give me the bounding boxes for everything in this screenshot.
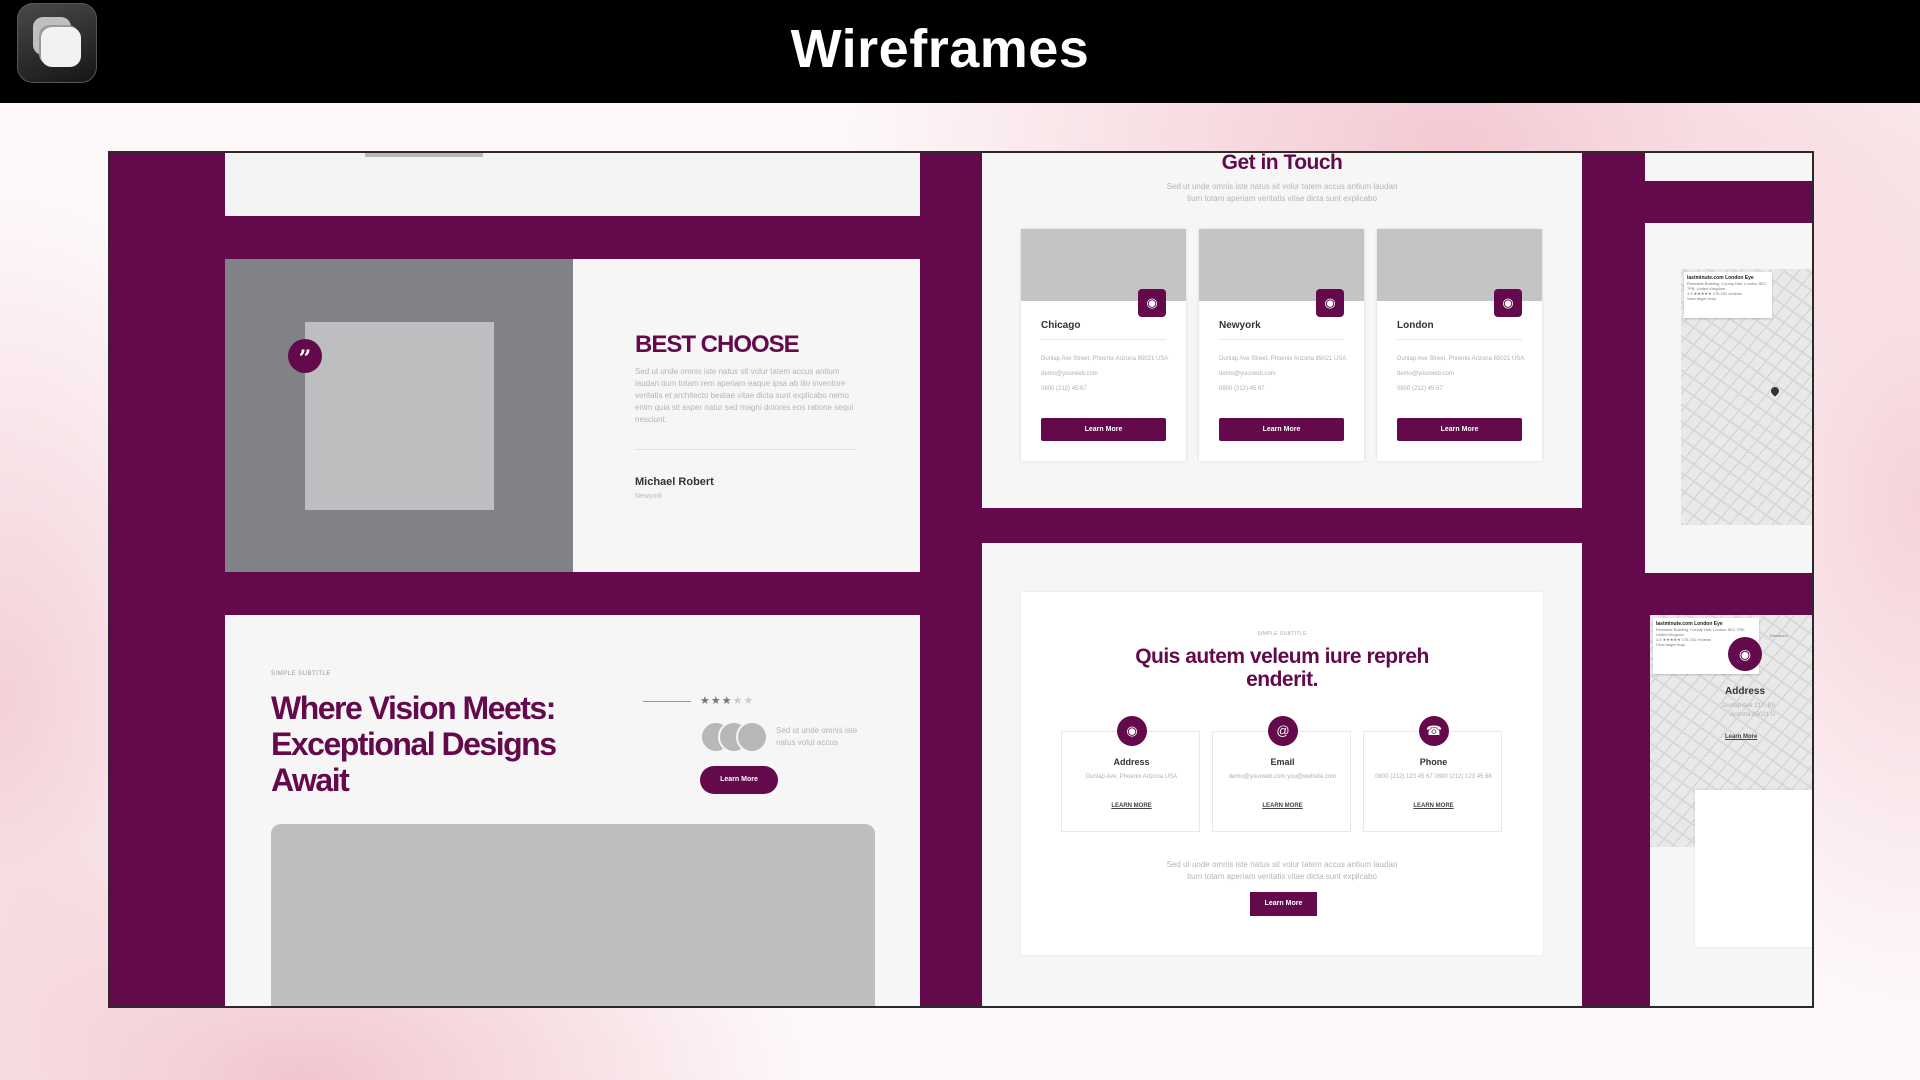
address-detail: Dunlap Ave 217, Ph Arizona 85021 U	[1722, 703, 1775, 718]
contact-panel: SIMPLE SUBTITLE Quis autem veleum iure r…	[982, 543, 1582, 1006]
address-title: Address	[1725, 686, 1766, 697]
map-view[interactable]: lastminute.com London Eye Riverside Buil…	[1681, 269, 1812, 525]
card-city: Newyork	[1219, 320, 1261, 331]
map-pin-icon: ◉	[1316, 289, 1344, 317]
contact-item-detail: demo@yourweb.com you@website.com	[1228, 774, 1337, 780]
learn-more-button[interactable]: Learn More	[1397, 418, 1522, 441]
card-city: Chicago	[1041, 320, 1081, 331]
learn-more-link[interactable]: Learn More	[1725, 734, 1757, 740]
contact-item-address: ◉ Address Dunlap Ave, Phoenix Arizona US…	[1061, 716, 1201, 832]
contact-headline: Quis autem veleum iure repreh enderit.	[1135, 645, 1429, 691]
get-in-touch-panel: Get in Touch Sed ut unde omnis iste natu…	[982, 153, 1582, 508]
learn-more-button[interactable]: Learn More	[1219, 418, 1344, 441]
map-pin-icon: ◉	[1494, 289, 1522, 317]
divider	[1041, 339, 1166, 340]
location-card-chicago: ◉ Chicago Dunlap Ave Street, Phoenix Ari…	[1021, 229, 1186, 461]
directions-link[interactable]: Directions	[1770, 633, 1788, 638]
testimonial-body: Sed ut unde omnis iste natus sit volur t…	[635, 367, 854, 424]
testimonial-image-area: ”	[225, 259, 573, 572]
learn-more-link[interactable]: LEARN MORE	[1062, 803, 1201, 809]
wireframe-board: ” BEST CHOOSE Sed ut unde omnis iste nat…	[108, 151, 1814, 1008]
hero-panel: SIMPLE SUBTITLE Where Vision Meets: Exce…	[225, 615, 920, 1006]
card-phone: 0800 (212) 45 67	[1397, 386, 1443, 392]
scroll-indicator	[365, 153, 483, 157]
learn-more-link[interactable]: LEARN MORE	[1364, 803, 1503, 809]
location-card-london: ◉ London Dunlap Ave Street, Phoenix Ariz…	[1377, 229, 1542, 461]
contact-bottom-text: Sed ut unde omnis iste natus sit volur t…	[1166, 860, 1398, 881]
star-empty-icon: ★	[732, 695, 744, 707]
card-phone: 0800 (212) 45 67	[1219, 386, 1265, 392]
map-info-card: lastminute.com London Eye Riverside Buil…	[1684, 272, 1772, 318]
hero-subtitle: SIMPLE SUBTITLE	[271, 671, 331, 677]
card-address: Dunlap Ave Street, Phoenix Arizona 85021…	[1219, 356, 1347, 362]
star-empty-icon: ★	[743, 695, 755, 707]
testimonial-image-placeholder	[305, 322, 494, 510]
testimonial-heading: BEST CHOOSE	[635, 331, 800, 358]
map-place-address: Riverside Building, County Hall, London …	[1687, 281, 1767, 291]
address-card	[1695, 790, 1812, 947]
contact-item-email: @ Email demo@yourweb.com you@website.com…	[1212, 716, 1352, 832]
learn-more-button[interactable]: Learn More	[1041, 418, 1166, 441]
contact-subtitle: SIMPLE SUBTITLE	[1257, 631, 1307, 637]
card-email: demo@yourweb.com	[1397, 371, 1454, 377]
learn-more-button[interactable]: Learn More	[700, 766, 778, 794]
star-icon: ★	[710, 695, 722, 707]
hero-headline: Where Vision Meets: Exceptional Designs …	[271, 690, 557, 798]
card-email: demo@yourweb.com	[1041, 371, 1098, 377]
card-address: Dunlap Ave Street, Phoenix Arizona 85021…	[1041, 356, 1169, 362]
testimonial-content: BEST CHOOSE Sed ut unde omnis iste natus…	[573, 259, 920, 572]
map-pin-icon: ◉	[1138, 289, 1166, 317]
testimonial-panel: ” BEST CHOOSE Sed ut unde omnis iste nat…	[225, 259, 920, 572]
star-icon: ★	[721, 695, 733, 707]
map-pin-icon: ◉	[1728, 637, 1762, 671]
star-icon: ★	[700, 695, 711, 707]
author-place: Newyork	[635, 493, 663, 500]
avatars-caption: Sed ut unde omnis iste natus volut accus	[776, 726, 858, 747]
contact-item-title: Email	[1270, 757, 1295, 767]
learn-more-button[interactable]: Learn More	[1250, 892, 1317, 916]
learn-more-link[interactable]: LEARN MORE	[1213, 803, 1352, 809]
contact-item-detail: Dunlap Ave, Phoenix Arizona USA	[1085, 774, 1178, 780]
map-pin-icon: ◉	[1117, 716, 1147, 746]
map-marker-icon[interactable]	[1769, 385, 1781, 397]
card-city: London	[1397, 320, 1434, 331]
contact-item-title: Address	[1113, 757, 1150, 767]
author-name: Michael Robert	[635, 476, 714, 488]
card-address: Dunlap Ave Street, Phoenix Arizona 85021…	[1397, 356, 1525, 362]
card-details: Dunlap Ave Street, Phoenix Arizona 85021…	[1219, 355, 1349, 394]
contact-item-title: Phone	[1419, 757, 1448, 767]
card-email: demo@yourweb.com	[1219, 371, 1276, 377]
rating-stars: ★★★★★	[700, 694, 754, 707]
map-panel-bottom: lastminute.com London Eye Riverside Buil…	[1650, 615, 1812, 1006]
contact-item-phone: ☎ Phone 0800 (212) 123 45 67 0800 (212) …	[1363, 716, 1503, 832]
contact-card: SIMPLE SUBTITLE Quis autem veleum iure r…	[1021, 592, 1543, 955]
contact-item-detail: 0800 (212) 123 45 67 0800 (212) 123 45 6…	[1375, 774, 1492, 780]
divider-line	[643, 701, 691, 702]
get-in-touch-title: Get in Touch	[1221, 151, 1343, 174]
map-place-address: Riverside Building, County Hall, London …	[1656, 627, 1745, 637]
map-panel-top: lastminute.com London Eye Riverside Buil…	[1645, 223, 1812, 573]
view-larger-map-link[interactable]: View larger map	[1687, 296, 1769, 301]
phone-icon: ☎	[1419, 716, 1449, 746]
at-sign-icon: @	[1268, 716, 1298, 746]
top-strip-panel	[225, 153, 920, 216]
card-phone: 0800 (212) 45 67	[1041, 386, 1087, 392]
divider	[1397, 339, 1522, 340]
card-details: Dunlap Ave Street, Phoenix Arizona 85021…	[1041, 355, 1171, 394]
location-card-newyork: ◉ Newyork Dunlap Ave Street, Phoenix Ari…	[1199, 229, 1364, 461]
top-bar: Wireframes	[0, 0, 1920, 103]
avatar	[736, 721, 768, 753]
card-details: Dunlap Ave Street, Phoenix Arizona 85021…	[1397, 355, 1527, 394]
right-top-strip	[1645, 153, 1812, 181]
get-in-touch-lead: Sed ut unde omnis iste natus sit volur t…	[1166, 182, 1398, 203]
divider	[1219, 339, 1344, 340]
hero-image-placeholder	[271, 824, 875, 1006]
quote-icon: ”	[288, 339, 322, 373]
divider	[635, 449, 855, 450]
page-title: Wireframes	[790, 19, 1090, 79]
